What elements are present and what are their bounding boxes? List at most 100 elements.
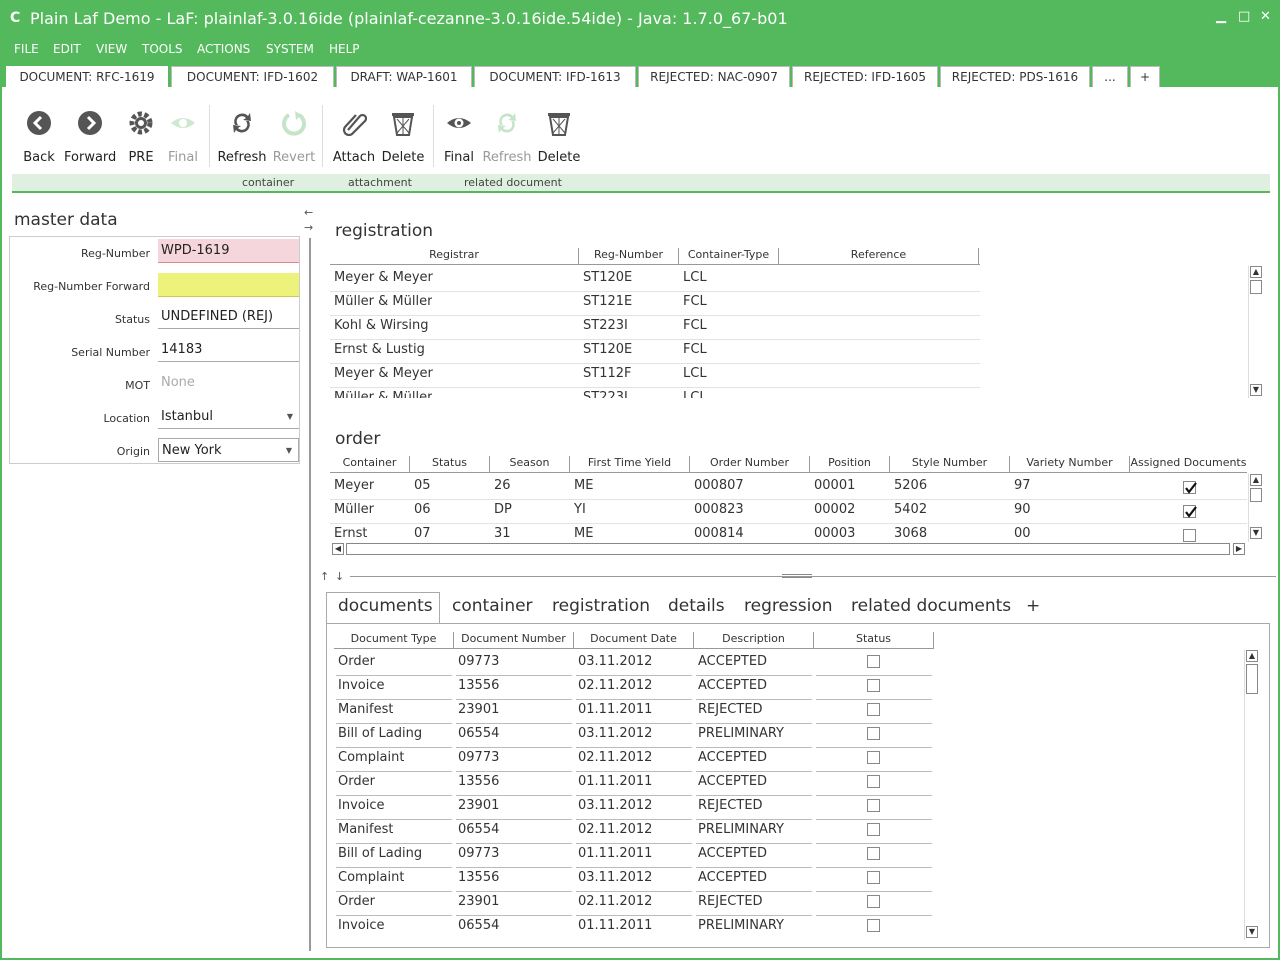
table-row[interactable]: Meyer 05 26 ME 000807 00001 5206 97	[330, 476, 1247, 500]
table-row[interactable]: Ernst 07 31 ME 000814 00003 3068 00	[330, 524, 1247, 542]
column-header-variety-number[interactable]: Variety Number	[1010, 456, 1130, 472]
tab-related-documents[interactable]: related documents	[851, 596, 1011, 616]
close-button[interactable]: ✕	[1260, 9, 1271, 24]
column-header-first-time-yield[interactable]: First Time Yield	[570, 456, 690, 472]
tab-documents[interactable]: documents	[338, 596, 433, 616]
menu-file[interactable]: FILE	[14, 42, 39, 56]
menu-edit[interactable]: EDIT	[53, 42, 81, 56]
menu-view[interactable]: VIEW	[96, 42, 127, 56]
final-button[interactable]: Final	[157, 110, 209, 165]
attach-button[interactable]: Attach	[328, 110, 380, 165]
status-checkbox[interactable]	[867, 751, 880, 764]
status-field[interactable]: UNDEFINED (REJ)	[158, 305, 299, 329]
assigned-documents-checkbox[interactable]	[1183, 529, 1196, 542]
minimize-button[interactable]: ▁	[1216, 9, 1226, 24]
column-header-container-type[interactable]: Container-Type	[679, 248, 779, 264]
column-header-document-date[interactable]: Document Date	[574, 632, 694, 648]
table-row[interactable]: Manifest 23901 01.11.2011 REJECTED	[334, 700, 934, 724]
status-checkbox[interactable]	[867, 799, 880, 812]
registration-vertical-scrollbar[interactable]: ▲ ▼	[1248, 266, 1262, 398]
horizontal-scroll-thumb[interactable]	[346, 543, 1230, 555]
final-related-button[interactable]: Final	[433, 110, 485, 165]
scroll-up-icon[interactable]: ▲	[1246, 650, 1258, 662]
table-row[interactable]: Meyer & Meyer ST120E LCL	[330, 268, 980, 292]
vertical-splitter[interactable]	[309, 238, 311, 951]
status-checkbox[interactable]	[867, 679, 880, 692]
collapse-left-icon[interactable]: ←	[304, 206, 313, 219]
tab-draft-wap-1601[interactable]: DRAFT: WAP-1601	[336, 66, 472, 87]
tab-rejected-ifd-1605[interactable]: REJECTED: IFD-1605	[792, 66, 938, 87]
menu-actions[interactable]: ACTIONS	[197, 42, 250, 56]
revert-button[interactable]: Revert	[268, 110, 320, 165]
status-checkbox[interactable]	[867, 655, 880, 668]
table-row[interactable]: Order 23901 02.11.2012 REJECTED	[334, 892, 934, 916]
column-header-doc-status[interactable]: Status	[814, 632, 934, 648]
expand-right-icon[interactable]: →	[304, 221, 313, 234]
table-row[interactable]: Bill of Lading 09773 01.11.2011 ACCEPTED	[334, 844, 934, 868]
tab-regression[interactable]: regression	[744, 596, 833, 616]
column-header-container[interactable]: Container	[330, 456, 410, 472]
maximize-button[interactable]: □	[1238, 9, 1250, 24]
location-dropdown[interactable]: Istanbul ▼	[158, 405, 299, 429]
tab-document-ifd-1602[interactable]: DOCUMENT: IFD-1602	[171, 66, 334, 87]
column-header-reference[interactable]: Reference	[779, 248, 979, 264]
tab-add-button[interactable]: +	[1130, 66, 1160, 87]
documents-vertical-scrollbar[interactable]: ▲ ▼	[1244, 650, 1258, 940]
delete-attachment-button[interactable]: Delete	[377, 110, 429, 165]
scroll-down-icon[interactable]: ▼	[1246, 926, 1258, 938]
column-header-document-type[interactable]: Document Type	[334, 632, 454, 648]
mot-field[interactable]: None	[158, 371, 299, 395]
table-row[interactable]: Manifest 06554 02.11.2012 PRELIMINARY	[334, 820, 934, 844]
scroll-thumb[interactable]	[1250, 488, 1262, 502]
table-row[interactable]: Order 09773 03.11.2012 ACCEPTED	[334, 652, 934, 676]
table-row[interactable]: Müller 06 DP YI 000823 00002 5402 90	[330, 500, 1247, 524]
tab-rejected-pds-1616[interactable]: REJECTED: PDS-1616	[940, 66, 1090, 87]
status-checkbox[interactable]	[867, 895, 880, 908]
delete-related-button[interactable]: Delete	[533, 110, 585, 165]
horizontal-splitter[interactable]	[350, 576, 1276, 577]
tab-document-ifd-1613[interactable]: DOCUMENT: IFD-1613	[474, 66, 636, 87]
scroll-thumb[interactable]	[1250, 280, 1262, 294]
tab-container[interactable]: container	[452, 596, 533, 616]
scroll-thumb[interactable]	[1246, 664, 1258, 694]
scroll-up-icon[interactable]: ▲	[1250, 474, 1262, 486]
order-horizontal-scrollbar[interactable]: ◀ ▶	[330, 542, 1247, 556]
status-checkbox[interactable]	[867, 727, 880, 740]
menu-system[interactable]: SYSTEM	[266, 42, 314, 56]
scroll-left-icon[interactable]: ◀	[332, 543, 344, 555]
table-row[interactable]: Invoice 06554 01.11.2011 PRELIMINARY	[334, 916, 934, 938]
order-vertical-scrollbar[interactable]: ▲ ▼	[1248, 474, 1262, 542]
tab-add-button[interactable]: +	[1026, 596, 1040, 616]
column-header-season[interactable]: Season	[490, 456, 570, 472]
column-header-order-number[interactable]: Order Number	[690, 456, 810, 472]
scroll-up-icon[interactable]: ▲	[1250, 266, 1262, 278]
tab-registration[interactable]: registration	[552, 596, 650, 616]
table-row[interactable]: Bill of Lading 06554 03.11.2012 PRELIMINARY	[334, 724, 934, 748]
assigned-documents-checkbox[interactable]	[1183, 481, 1197, 494]
refresh-button[interactable]: Refresh	[216, 110, 268, 165]
refresh-related-button[interactable]: Refresh	[481, 110, 533, 165]
tab-document-rfc-1619[interactable]: DOCUMENT: RFC-1619	[6, 66, 168, 88]
table-row[interactable]: Müller & Müller ST121E FCL	[330, 292, 980, 316]
reg-number-forward-field[interactable]	[158, 273, 299, 297]
scroll-down-icon[interactable]: ▼	[1250, 384, 1262, 396]
serial-number-field[interactable]: 14183	[158, 338, 299, 362]
tab-rejected-nac-0907[interactable]: REJECTED: NAC-0907	[638, 66, 790, 87]
column-header-description[interactable]: Description	[694, 632, 814, 648]
column-header-position[interactable]: Position	[810, 456, 890, 472]
scroll-right-icon[interactable]: ▶	[1233, 543, 1245, 555]
status-checkbox[interactable]	[867, 847, 880, 860]
expand-down-icon[interactable]: ↓	[335, 570, 344, 583]
column-header-reg-number[interactable]: Reg-Number	[579, 248, 679, 264]
status-checkbox[interactable]	[867, 703, 880, 716]
table-row[interactable]: Order 13556 01.11.2011 ACCEPTED	[334, 772, 934, 796]
forward-button[interactable]: Forward	[64, 110, 116, 165]
column-header-status[interactable]: Status	[410, 456, 490, 472]
status-checkbox[interactable]	[867, 823, 880, 836]
table-row[interactable]: Ernst & Lustig ST120E FCL	[330, 340, 980, 364]
collapse-up-icon[interactable]: ↑	[320, 570, 329, 583]
status-checkbox[interactable]	[867, 775, 880, 788]
tab-details[interactable]: details	[668, 596, 725, 616]
status-checkbox[interactable]	[867, 871, 880, 884]
column-header-document-number[interactable]: Document Number	[454, 632, 574, 648]
